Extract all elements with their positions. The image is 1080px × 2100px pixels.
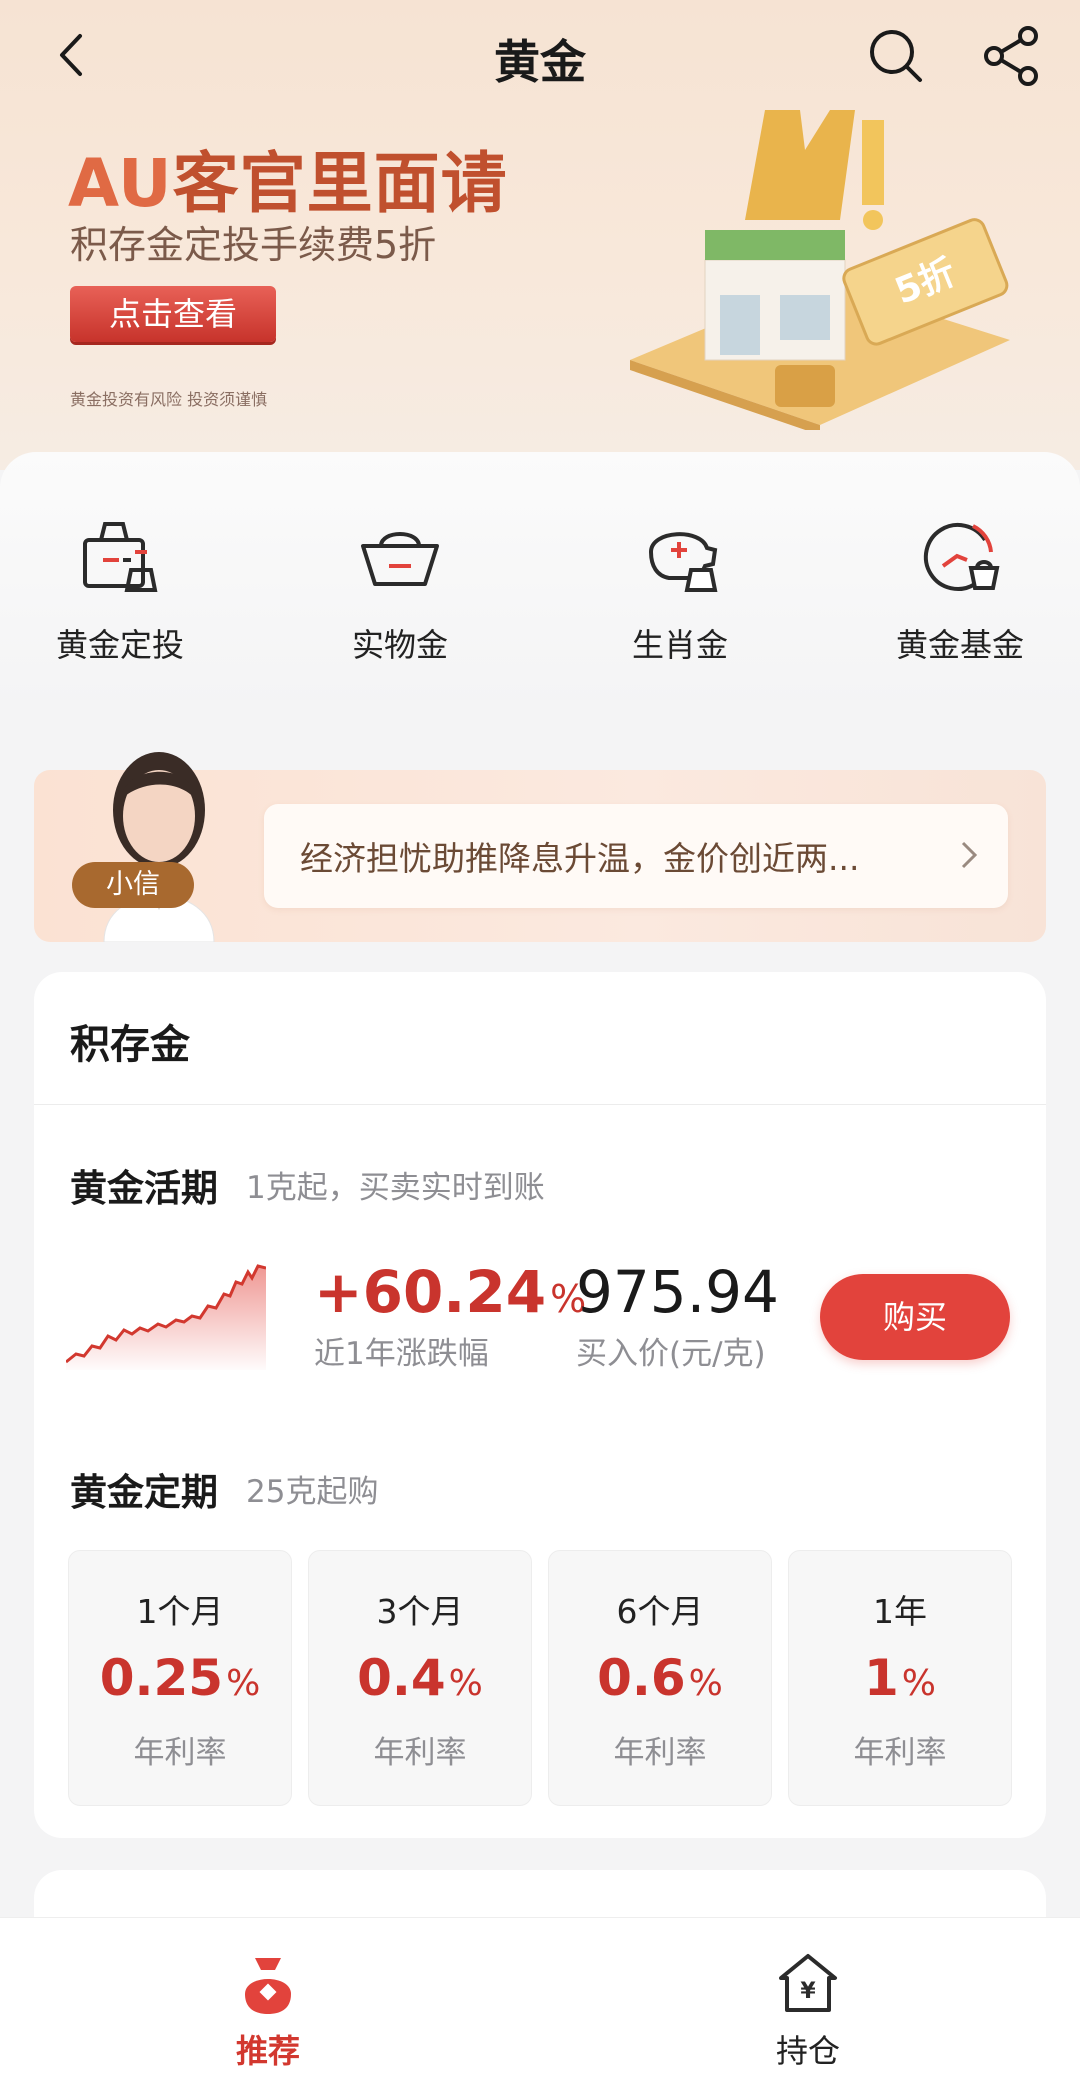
recommend-icon [245,1958,291,2014]
piggy-bank-icon [648,532,718,592]
jicunjin-card: 积存金 黄金活期 1克起，买卖实时到账 +60.24% 近1年涨跌幅 975.9… [34,972,1046,1838]
quick-menu: 黄金定投 实物金 生肖金 黄金基金 [0,452,1080,712]
tab-holdings[interactable]: ¥ 持仓 [708,1948,908,2072]
term-rate-label: 年利率 [133,1735,227,1771]
term-card-1-month[interactable]: 1个月 0.25% 年利率 [68,1550,292,1806]
holdings-house-icon: ¥ [779,1954,837,2012]
term-rate: 0.6% [597,1649,723,1707]
promo-banner[interactable]: AU客官里面请 积存金定投手续费5折 点击查看 黄金投资有风险 投资须谨慎 5折 [0,110,1080,450]
fixed-subtitle: 25克起购 [246,1474,379,1510]
top-nav: 黄金 [0,0,1080,110]
fund-chart-icon [923,522,1000,591]
risk-note: 黄金投资有风险 投资须谨慎 [70,390,268,409]
menu-item-physical-gold[interactable]: 实物金 [280,512,520,666]
term-card-6-months[interactable]: 6个月 0.6% 年利率 [548,1550,772,1806]
demand-subtitle: 1克起，买卖实时到账 [246,1170,545,1206]
change-label: 近1年涨跌幅 [314,1336,489,1372]
term-card-1-year[interactable]: 1年 1% 年利率 [788,1550,1012,1806]
tab-label: 持仓 [775,2032,840,2070]
bag-icon [83,522,158,592]
tab-recommend[interactable]: 推荐 [168,1948,368,2072]
search-icon[interactable] [866,26,924,84]
buy-button[interactable]: 购买 [820,1274,1010,1360]
menu-item-label: 黄金基金 [895,626,1024,664]
term-rate-label: 年利率 [373,1735,467,1771]
card-title: 积存金 [70,1022,190,1068]
menu-item-label: 实物金 [351,626,448,664]
price-sparkline [66,1264,266,1370]
term-rate-label: 年利率 [613,1735,707,1771]
menu-item-gold-investment-plan[interactable]: 黄金定投 [0,512,240,666]
menu-item-zodiac-gold[interactable]: 生肖金 [560,512,800,666]
chevron-right-icon [961,841,978,869]
term-rate: 1% [863,1649,936,1707]
gold-shop-illustration: 5折 [630,110,1010,430]
bottom-tab-bar: 推荐 ¥ 持仓 [0,1918,1080,2100]
term-name: 1个月 [136,1592,224,1631]
one-year-change: +60.24% [314,1258,587,1326]
menu-item-label: 生肖金 [631,626,728,664]
menu-item-gold-fund[interactable]: 黄金基金 [840,512,1080,666]
price-label: 买入价(元/克) [576,1336,766,1372]
term-name: 3个月 [376,1592,464,1631]
term-rate-label: 年利率 [853,1735,947,1771]
banner-cta-button[interactable]: 点击查看 [70,286,276,342]
gold-ingot-icon [361,532,439,586]
term-card-3-months[interactable]: 3个月 0.4% 年利率 [308,1550,532,1806]
banner-subtitle: 积存金定投手续费5折 [70,223,437,267]
term-options: 1个月 0.25% 年利率 3个月 0.4% 年利率 6个月 0.6% 年利率 … [68,1550,1012,1806]
assistant-news-strip[interactable]: 小信 经济担忧助推降息升温，金价创近两... [34,752,1046,942]
term-rate: 0.4% [357,1649,483,1707]
term-name: 1年 [873,1592,927,1631]
divider [34,1104,1046,1105]
menu-item-label: 黄金定投 [55,626,184,664]
news-text: 经济担忧助推降息升温，金价创近两... [300,839,860,878]
share-icon[interactable] [980,24,1044,88]
tab-label: 推荐 [235,2032,300,2070]
news-bubble[interactable]: 经济担忧助推降息升温，金价创近两... [264,804,1008,908]
svg-text:¥: ¥ [800,1979,816,2004]
demand-title: 黄金活期 [70,1167,218,1210]
buy-price: 975.94 [576,1258,779,1326]
fixed-title: 黄金定期 [70,1471,218,1514]
banner-headline: AU客官里面请 [68,145,508,222]
term-name: 6个月 [616,1592,704,1631]
term-rate: 0.25% [99,1649,261,1707]
assistant-name-badge: 小信 [72,862,194,908]
